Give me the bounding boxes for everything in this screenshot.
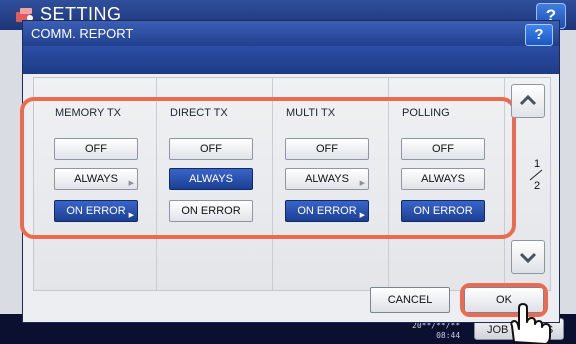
clock-time: 08:44 [436,331,461,340]
chevron-up-icon [519,94,537,106]
highlight-outline [20,97,516,239]
page-separator-icon [529,169,543,181]
scroll-up-button[interactable] [511,84,545,118]
app-background-left [0,30,22,314]
clock: 20**/**/** 08:44 [412,321,460,341]
dialog-title: COMM. REPORT [23,21,559,46]
dialog-band [23,46,559,74]
cancel-button[interactable]: CANCEL [370,287,450,313]
dialog-help-button[interactable]: ? [525,24,553,46]
app-background-right [560,30,576,314]
scroll-down-button[interactable] [511,240,545,274]
pointing-hand-icon [510,303,551,344]
chevron-down-icon [519,252,537,264]
